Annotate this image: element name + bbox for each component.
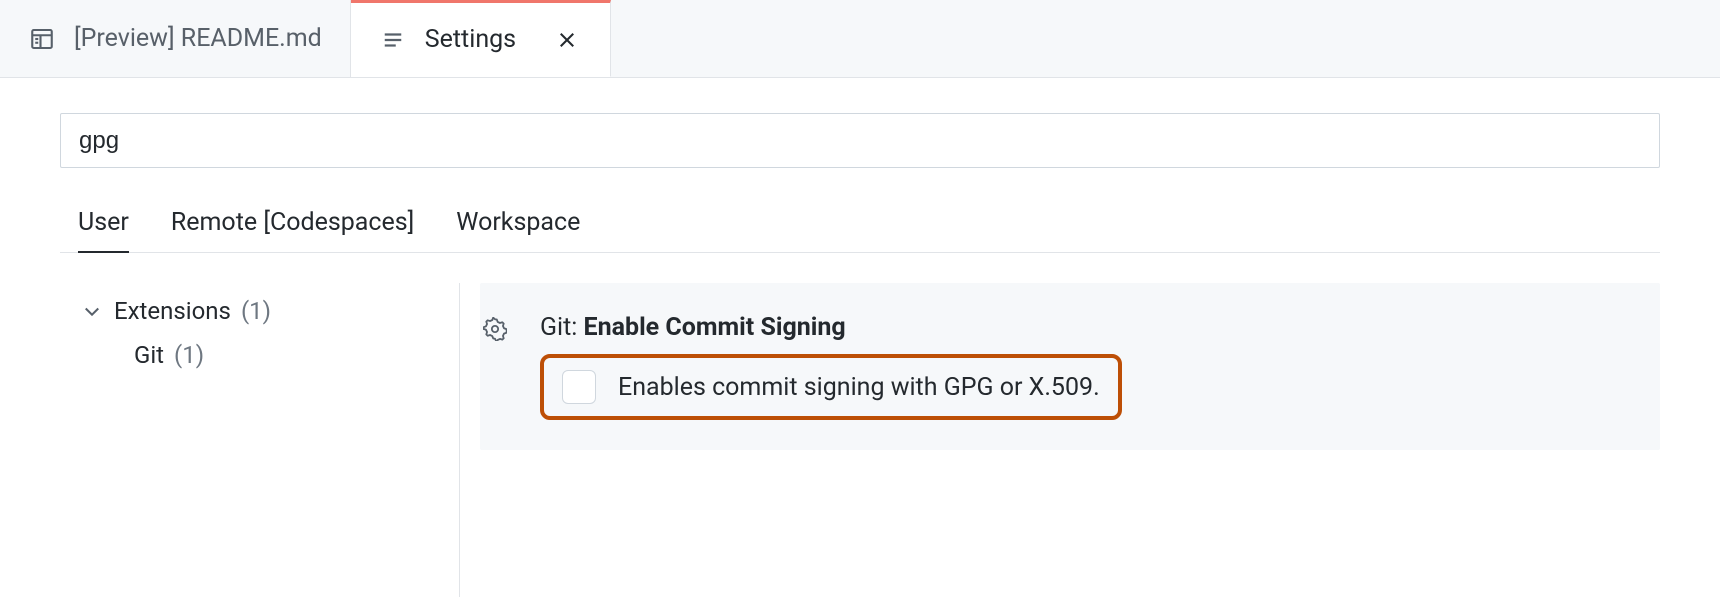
preview-icon (28, 25, 56, 53)
tree-item-git[interactable]: Git (1) (80, 333, 449, 377)
settings-search-input[interactable] (60, 113, 1660, 168)
settings-tree: Extensions (1) Git (1) (60, 283, 460, 597)
setting-description: Enables commit signing with GPG or X.509… (618, 373, 1100, 402)
tab-readme-preview[interactable]: [Preview] README.md (0, 0, 351, 77)
settings-detail: Git: Enable Commit Signing Enables commi… (460, 283, 1660, 597)
setting-control-row: Enables commit signing with GPG or X.509… (540, 354, 1122, 420)
settings-list-icon (379, 26, 407, 54)
settings-content: Extensions (1) Git (1) Git: Enable (60, 283, 1660, 597)
gear-icon[interactable] (480, 313, 510, 341)
setting-name: Enable Commit Signing (584, 313, 846, 342)
scope-tab-user[interactable]: User (78, 208, 129, 253)
setting-extension-prefix: Git: (540, 313, 584, 342)
setting-item-git-enable-commit-signing: Git: Enable Commit Signing Enables commi… (480, 283, 1660, 450)
enable-commit-signing-checkbox[interactable] (562, 370, 596, 404)
editor-tabs-bar: [Preview] README.md Settings (0, 0, 1720, 78)
tree-item-count: (1) (241, 297, 271, 325)
tab-settings[interactable]: Settings (351, 0, 611, 77)
tree-item-label: Git (134, 341, 164, 369)
setting-title: Git: Enable Commit Signing (540, 313, 1640, 342)
scope-tab-workspace[interactable]: Workspace (456, 208, 580, 252)
settings-body: User Remote [Codespaces] Workspace Exten… (0, 78, 1720, 602)
tree-item-label: Extensions (114, 297, 231, 325)
tab-label: [Preview] README.md (74, 24, 322, 53)
chevron-down-icon (80, 299, 104, 323)
scope-tab-remote[interactable]: Remote [Codespaces] (171, 208, 414, 252)
tab-label: Settings (425, 25, 516, 54)
close-icon[interactable] (552, 25, 582, 55)
settings-scope-tabs: User Remote [Codespaces] Workspace (60, 208, 1660, 253)
tree-item-extensions[interactable]: Extensions (1) (80, 289, 449, 333)
setting-main: Git: Enable Commit Signing Enables commi… (540, 313, 1640, 420)
tree-item-count: (1) (174, 341, 204, 369)
